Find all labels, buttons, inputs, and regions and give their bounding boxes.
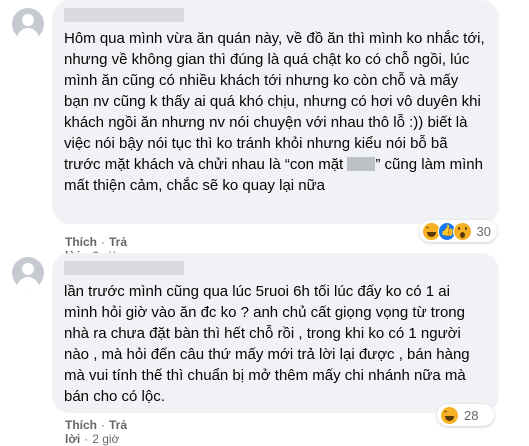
comment-actions: Thích·Trả lời·2 giờ bbox=[65, 418, 128, 446]
reactions-summary[interactable]: 30 bbox=[419, 220, 497, 242]
like-button[interactable]: Thích bbox=[65, 235, 97, 249]
comment-bubble: Hôm qua mình vừa ăn quán này, về đồ ăn t… bbox=[52, 0, 499, 224]
reaction-count: 28 bbox=[464, 407, 479, 423]
avatar[interactable] bbox=[12, 257, 44, 289]
comment-bubble: lần trước mình cũng qua lúc 5ruoi 6h tối… bbox=[52, 253, 499, 413]
comment-text: lần trước mình cũng qua lúc 5ruoi 6h tối… bbox=[64, 283, 470, 405]
timestamp[interactable]: 2 giờ bbox=[92, 432, 119, 446]
comment-text: Hôm qua mình vừa ăn quán này, về đồ ăn t… bbox=[64, 30, 485, 194]
avatar[interactable] bbox=[12, 8, 44, 40]
haha-reaction-icon bbox=[440, 405, 459, 425]
author-name-redacted[interactable] bbox=[64, 261, 184, 275]
redacted-word bbox=[347, 157, 376, 171]
like-button[interactable]: Thích bbox=[65, 418, 97, 432]
reaction-count: 30 bbox=[476, 223, 492, 239]
reactions-summary[interactable]: 28 bbox=[437, 404, 494, 426]
wow-reaction-icon bbox=[453, 221, 472, 241]
author-name-redacted[interactable] bbox=[64, 8, 184, 22]
